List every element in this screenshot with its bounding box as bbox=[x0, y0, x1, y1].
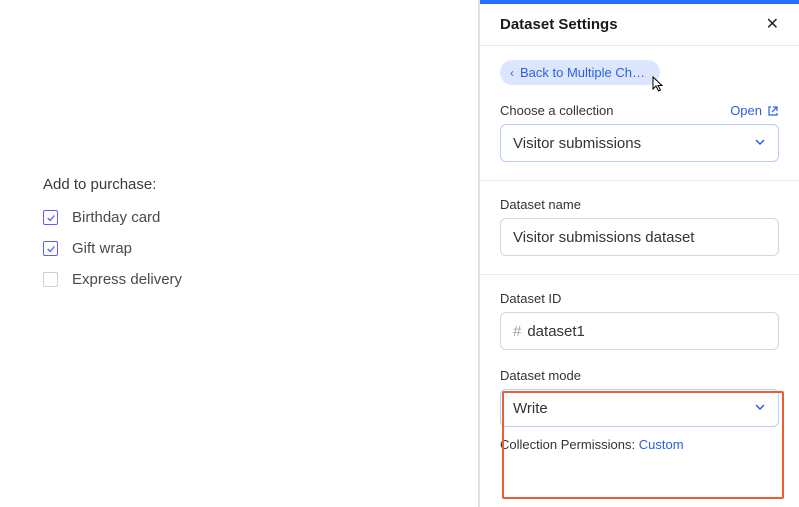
checkbox-item[interactable]: Express delivery bbox=[43, 271, 343, 288]
open-link-label: Open bbox=[730, 103, 762, 118]
chevron-down-icon bbox=[754, 400, 766, 417]
settings-panel: Dataset Settings ✕ ‹ Back to Multiple Ch… bbox=[479, 0, 799, 507]
dataset-name-section: Dataset name Visitor submissions dataset bbox=[500, 197, 779, 256]
permissions-link[interactable]: Custom bbox=[639, 437, 684, 452]
panel-header: Dataset Settings ✕ bbox=[480, 4, 799, 46]
dataset-name-label: Dataset name bbox=[500, 197, 779, 212]
close-icon[interactable]: ✕ bbox=[766, 17, 779, 33]
dataset-name-input[interactable]: Visitor submissions dataset bbox=[500, 218, 779, 256]
dataset-mode-value: Write bbox=[513, 400, 548, 417]
back-button[interactable]: ‹ Back to Multiple Choi… bbox=[500, 60, 660, 85]
editor-canvas: Add to purchase: Birthday card Gift wrap… bbox=[0, 0, 479, 507]
collection-section: Choose a collection Open Visitor submiss… bbox=[500, 103, 779, 162]
dataset-mode-section: Dataset mode Write Collection Permission… bbox=[500, 368, 779, 452]
collection-label: Choose a collection bbox=[500, 103, 613, 118]
dataset-mode-label: Dataset mode bbox=[500, 368, 779, 383]
hash-icon: # bbox=[513, 323, 521, 340]
dataset-name-value: Visitor submissions dataset bbox=[513, 229, 694, 246]
divider bbox=[480, 180, 799, 181]
dataset-id-input[interactable]: # dataset1 bbox=[500, 312, 779, 350]
chevron-left-icon: ‹ bbox=[510, 66, 514, 80]
dataset-mode-select[interactable]: Write bbox=[500, 389, 779, 427]
checkbox-group-title: Add to purchase: bbox=[43, 176, 343, 193]
external-link-icon bbox=[767, 105, 779, 117]
collection-value: Visitor submissions bbox=[513, 135, 641, 152]
open-collection-link[interactable]: Open bbox=[730, 103, 779, 118]
checkbox-label: Gift wrap bbox=[72, 240, 132, 257]
checkbox-label: Express delivery bbox=[72, 271, 182, 288]
divider bbox=[480, 274, 799, 275]
permissions-line: Collection Permissions: Custom bbox=[500, 437, 779, 452]
dataset-id-value: dataset1 bbox=[527, 323, 585, 340]
checkbox-icon[interactable] bbox=[43, 272, 58, 287]
collection-select[interactable]: Visitor submissions bbox=[500, 124, 779, 162]
panel-title: Dataset Settings bbox=[500, 16, 618, 33]
checkbox-icon[interactable] bbox=[43, 210, 58, 225]
checkbox-group: Add to purchase: Birthday card Gift wrap… bbox=[43, 176, 343, 302]
dataset-id-label: Dataset ID bbox=[500, 291, 779, 306]
cursor-icon bbox=[652, 76, 666, 97]
checkbox-item[interactable]: Birthday card bbox=[43, 209, 343, 226]
panel-body: ‹ Back to Multiple Choi… Choose a collec… bbox=[480, 46, 799, 456]
permissions-label: Collection Permissions: bbox=[500, 437, 635, 452]
checkbox-icon[interactable] bbox=[43, 241, 58, 256]
checkbox-label: Birthday card bbox=[72, 209, 160, 226]
back-label: Back to Multiple Choi… bbox=[520, 65, 648, 80]
dataset-id-section: Dataset ID # dataset1 bbox=[500, 291, 779, 350]
chevron-down-icon bbox=[754, 135, 766, 152]
checkbox-item[interactable]: Gift wrap bbox=[43, 240, 343, 257]
